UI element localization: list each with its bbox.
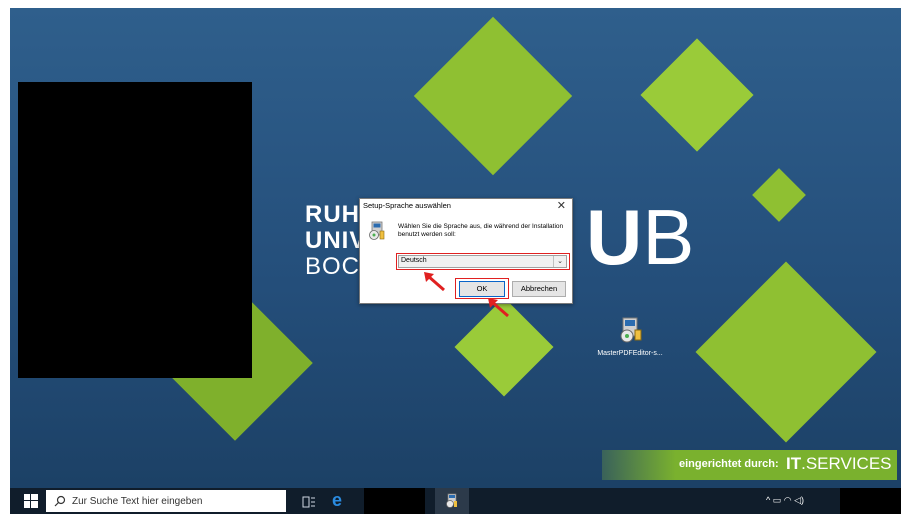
desktop: RUH UNIV BOCH UB eingerichtet durch: IT.… (10, 8, 901, 514)
taskbar: Zur Suche Text hier eingeben e ^ ▭ ◠ ◁) (10, 488, 901, 514)
brand-services: .SERVICES (801, 454, 892, 473)
it-services-brand: IT.SERVICES (786, 454, 892, 474)
brand-it: IT (786, 454, 802, 473)
ribbon-text: eingerichtet durch: (679, 458, 779, 470)
cancel-button[interactable]: Abbrechen (512, 281, 566, 297)
task-view-icon[interactable] (302, 495, 316, 513)
desktop-icon-masterpdfeditor[interactable]: MasterPDFEditor-s... (590, 316, 670, 357)
setup-language-dialog: Setup-Sprache auswählen ✕ Wählen Sie die… (359, 198, 573, 304)
decor-diamond (413, 16, 573, 176)
redacted-area (18, 82, 252, 378)
edge-browser-icon[interactable]: e (332, 490, 342, 511)
annotation-arrow-icon (424, 272, 445, 292)
annotation-arrow-icon (488, 298, 509, 318)
dialog-title: Setup-Sprache auswählen (363, 201, 451, 210)
highlight-box-language (396, 253, 570, 270)
dialog-message: Wählen Sie die Sprache aus, die während … (398, 223, 564, 238)
search-placeholder: Zur Suche Text hier eingeben (72, 496, 203, 507)
system-tray[interactable]: ^ ▭ ◠ ◁) (766, 495, 804, 506)
taskbar-setup-app[interactable] (435, 488, 469, 514)
redacted-taskbar-area (364, 488, 425, 514)
installer-icon (615, 316, 645, 344)
windows-start-icon[interactable] (24, 494, 38, 508)
ub-logo-u: U (586, 193, 643, 281)
installer-icon (445, 493, 459, 509)
decor-diamond (695, 261, 877, 443)
decor-diamond (640, 38, 754, 152)
setup-icon (368, 221, 386, 241)
desktop-icon-label: MasterPDFEditor-s... (597, 350, 663, 357)
taskbar-search-input[interactable]: Zur Suche Text hier eingeben (46, 490, 286, 512)
it-services-ribbon: eingerichtet durch: IT.SERVICES (602, 450, 897, 480)
close-button[interactable]: ✕ (557, 199, 566, 212)
search-icon (54, 494, 66, 512)
ub-logo: UB (586, 197, 694, 277)
ub-logo-b: B (642, 193, 695, 281)
redacted-clock-area (840, 488, 901, 514)
decor-diamond (752, 168, 806, 222)
